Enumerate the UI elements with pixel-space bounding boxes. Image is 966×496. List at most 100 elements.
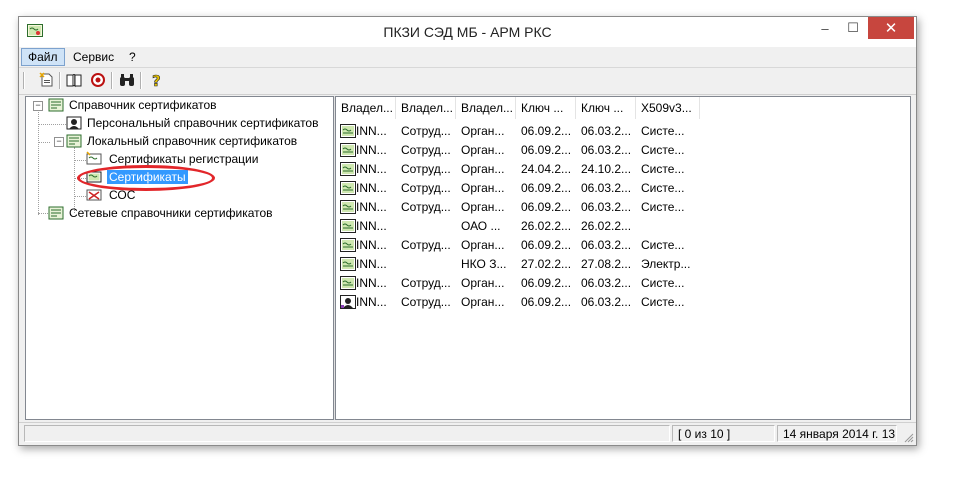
table-cell: 06.09.2... <box>521 200 572 214</box>
toolbar-separator <box>111 72 113 89</box>
table-cell: 06.03.2... <box>581 143 632 157</box>
menu-help[interactable]: ? <box>123 49 142 65</box>
title-bar[interactable]: ПКЗИ СЭД МБ - АРМ РКС – ☐ ✕ <box>19 17 916 47</box>
table-cell: Орган... <box>461 295 505 309</box>
table-cell: 06.03.2... <box>581 238 632 252</box>
resize-grip-icon[interactable] <box>904 433 914 443</box>
status-panel-main <box>24 425 670 442</box>
certificate-list[interactable]: Владел... Владел... Владел... Ключ ... К… <box>335 96 911 420</box>
table-cell: 27.08.2... <box>581 257 632 271</box>
table-cell: 06.03.2... <box>581 295 632 309</box>
certificate-folder-icon <box>66 134 82 148</box>
table-cell: Электр... <box>641 257 691 271</box>
table-row[interactable]: INN... Сотруд... Орган... 06.09.2... 06.03.2… <box>336 274 910 293</box>
table-cell: ОАО ... <box>461 219 501 233</box>
maximize-button[interactable]: ☐ <box>839 17 867 39</box>
toolbar-separator <box>23 72 25 89</box>
table-cell: Орган... <box>461 276 505 290</box>
table-cell: 06.09.2... <box>521 295 572 309</box>
table-cell: 06.03.2... <box>581 276 632 290</box>
table-cell: Орган... <box>461 162 505 176</box>
table-cell: 06.09.2... <box>521 143 572 157</box>
tree-item-label: Сетевые справочники сертификатов <box>69 206 273 220</box>
table-cell: Орган... <box>461 238 505 252</box>
menu-file[interactable]: Файл <box>21 48 65 66</box>
table-cell: Систе... <box>641 143 685 157</box>
personal-cert-icon <box>66 116 82 130</box>
column-header-owner-1[interactable]: Владел... <box>336 97 396 119</box>
tree-item-personal[interactable]: Персональный справочник сертификатов <box>66 115 320 132</box>
table-cell: INN... <box>356 276 387 290</box>
table-cell <box>636 217 700 236</box>
column-header-key-to[interactable]: Ключ ... <box>576 97 636 119</box>
column-header-x509[interactable]: X509v3... <box>636 97 700 119</box>
close-button[interactable]: ✕ <box>868 17 914 39</box>
column-header-owner-3[interactable]: Владел... <box>456 97 516 119</box>
tree-item-label: СОС <box>109 188 136 202</box>
table-cell: Систе... <box>641 162 685 176</box>
table-cell: Сотруд... <box>401 295 451 309</box>
table-row[interactable]: INN... Сотруд... Орган... 06.09.2... 06.03.2… <box>336 122 910 141</box>
binoculars-icon <box>120 74 134 86</box>
table-cell: INN... <box>356 257 387 271</box>
table-cell: Орган... <box>461 181 505 195</box>
table-cell: Систе... <box>641 276 685 290</box>
table-row[interactable]: INN... ОАО ... 26.02.2... 26.02.2... <box>336 217 910 236</box>
registration-cert-icon <box>86 151 102 165</box>
table-cell: 06.03.2... <box>581 200 632 214</box>
table-cell: 06.03.2... <box>581 181 632 195</box>
collapse-root-button[interactable]: − <box>33 101 43 111</box>
table-cell: 06.09.2... <box>521 276 572 290</box>
table-row[interactable]: INN... Сотруд... Орган... 06.09.2... 06.03.2… <box>336 198 910 217</box>
table-row[interactable]: INN... Сотруд... Орган... 06.09.2... 06.03.2… <box>336 293 910 312</box>
book-icon <box>66 74 82 88</box>
close-icon: ✕ <box>884 20 898 37</box>
table-row[interactable]: INN... Сотруд... Орган... 06.09.2... 06.03.2… <box>336 179 910 198</box>
menu-bar: Файл Сервис ? <box>19 48 916 68</box>
table-cell: Орган... <box>461 143 505 157</box>
table-cell: Сотруд... <box>401 200 451 214</box>
table-cell: 06.09.2... <box>521 238 572 252</box>
table-cell: Сотруд... <box>401 124 451 138</box>
tree-item-crl[interactable]: СОС <box>86 187 137 204</box>
record-button[interactable] <box>89 71 107 89</box>
collapse-local-button[interactable]: − <box>54 137 64 147</box>
table-row[interactable]: INN... Сотруд... Орган... 24.04.2... 24.10.2… <box>336 160 910 179</box>
table-cell: 27.02.2... <box>521 257 572 271</box>
tree-item-network[interactable]: Сетевые справочники сертификатов <box>48 205 275 222</box>
new-document-button[interactable] <box>38 71 56 89</box>
table-cell: Сотруд... <box>401 143 451 157</box>
table-cell: INN... <box>356 181 387 195</box>
menu-service[interactable]: Сервис <box>67 49 120 65</box>
table-cell <box>396 255 456 274</box>
column-header-key-from[interactable]: Ключ ... <box>516 97 576 119</box>
tree-item-local[interactable]: Локальный справочник сертификатов <box>66 133 299 150</box>
table-cell: НКО З... <box>461 257 507 271</box>
tree-connector <box>38 142 50 144</box>
help-button[interactable]: ? <box>147 71 165 89</box>
tree-item-label: Справочник сертификатов <box>69 98 217 112</box>
table-cell: Сотруд... <box>401 162 451 176</box>
main-window: ПКЗИ СЭД МБ - АРМ РКС – ☐ ✕ Файл Сервис … <box>18 16 917 446</box>
table-row[interactable]: INN... Сотруд... Орган... 06.09.2... 06.03.2… <box>336 236 910 255</box>
table-row[interactable]: INN... НКО З... 27.02.2... 27.08.2... Электр… <box>336 255 910 274</box>
tree-item-label: Локальный справочник сертификатов <box>87 134 298 148</box>
find-button[interactable] <box>118 71 136 89</box>
table-cell: INN... <box>356 124 387 138</box>
table-cell <box>396 217 456 236</box>
tree-connector <box>74 147 76 213</box>
column-header-owner-2[interactable]: Владел... <box>396 97 456 119</box>
status-date: 14 января 2014 г. 13:0 <box>777 425 897 442</box>
minimize-button[interactable]: – <box>811 17 839 39</box>
certificate-folder-icon <box>48 98 64 112</box>
tree-item-root[interactable]: Справочник сертификатов <box>48 97 219 114</box>
help-icon: ? <box>152 72 161 88</box>
status-count: [ 0 из 10 ] <box>672 425 775 442</box>
tree-item-label: Персональный справочник сертификатов <box>87 116 319 130</box>
table-cell: Сотруд... <box>401 181 451 195</box>
book-button[interactable] <box>65 71 83 89</box>
certificate-tree[interactable]: − Справочник сертификатов Персональный с… <box>25 96 334 420</box>
table-cell: INN... <box>356 162 387 176</box>
tree-item-label: Сертификаты регистрации <box>109 152 259 166</box>
table-row[interactable]: INN... Сотруд... Орган... 06.09.2... 06.03.2… <box>336 141 910 160</box>
